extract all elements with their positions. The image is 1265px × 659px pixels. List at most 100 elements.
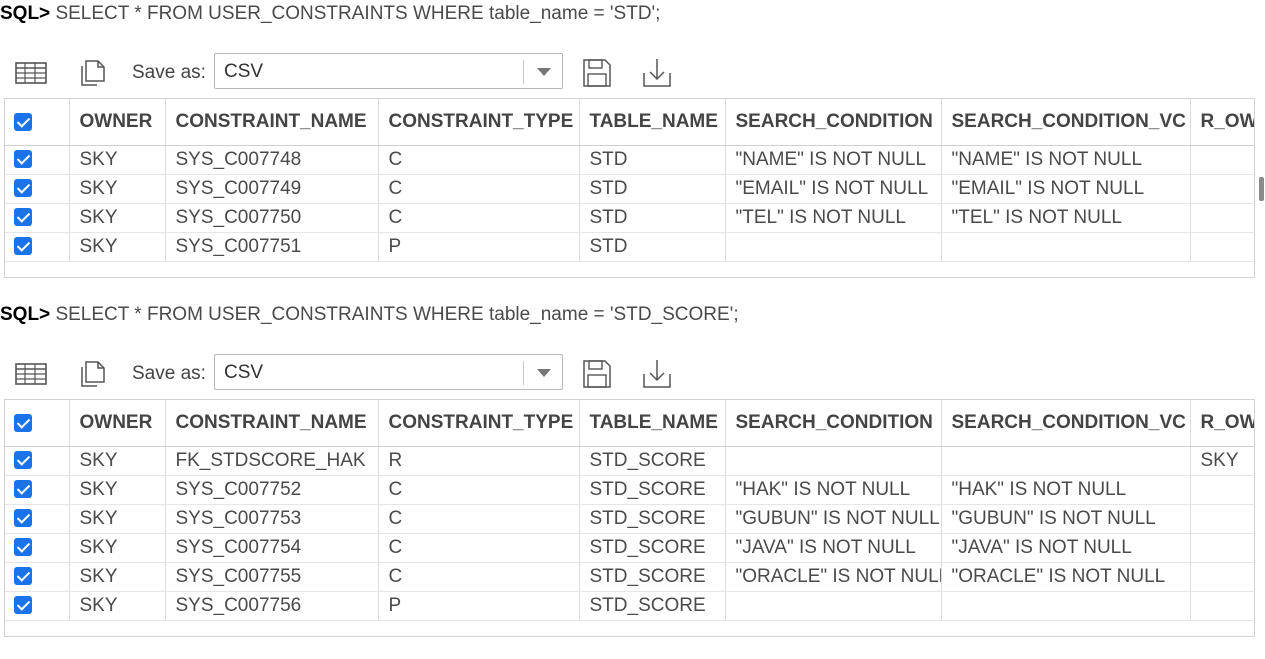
cell-table-name: STD_SCORE [579, 475, 726, 505]
table-row[interactable]: SKY SYS_C007754 C STD_SCORE "JAVA" IS NO… [5, 533, 1254, 563]
column-header[interactable]: CONSTRAINT_NAME [165, 99, 379, 146]
result-grid-1[interactable]: OWNER CONSTRAINT_NAME CONSTRAINT_TYPE TA… [4, 98, 1255, 278]
column-header[interactable]: SEARCH_CONDITION [725, 99, 942, 146]
save-as-label: Save as: [132, 363, 206, 384]
result-grid-2[interactable]: OWNER CONSTRAINT_NAME CONSTRAINT_TYPE TA… [4, 399, 1255, 637]
column-header[interactable]: OWNER [69, 400, 166, 447]
table-row[interactable]: SKY FK_STDSCORE_HAK R STD_SCORE SKY [5, 446, 1254, 476]
row-checkbox[interactable] [5, 446, 70, 476]
sql-statement-2: SQL> SELECT * FROM USER_CONSTRAINTS WHER… [0, 302, 739, 328]
cell-owner: SKY [69, 446, 166, 476]
checkbox-checked-icon[interactable] [14, 509, 32, 528]
cell-table-name: STD [579, 174, 726, 204]
sql-query-text: SELECT * FROM USER_CONSTRAINTS WHERE tab… [55, 304, 739, 325]
cell-owner: SKY [69, 203, 166, 233]
column-header[interactable]: CONSTRAINT_TYPE [378, 99, 580, 146]
cell-owner: SKY [69, 475, 166, 505]
cell-search-condition [725, 446, 942, 476]
checkbox-checked-icon[interactable] [14, 413, 32, 432]
select-all-checkbox[interactable] [5, 400, 70, 447]
table-row[interactable]: SKY SYS_C007752 C STD_SCORE "HAK" IS NOT… [5, 475, 1254, 505]
row-checkbox[interactable] [5, 232, 70, 262]
table-row[interactable]: SKY SYS_C007756 P STD_SCORE [5, 591, 1254, 621]
checkbox-checked-icon[interactable] [14, 567, 32, 586]
column-header[interactable]: SEARCH_CONDITION_VC [941, 99, 1191, 146]
chevron-down-icon[interactable] [537, 68, 551, 76]
result-table: OWNER CONSTRAINT_NAME CONSTRAINT_TYPE TA… [5, 400, 1254, 621]
cell-search-condition: "EMAIL" IS NOT NULL [725, 174, 942, 204]
cell-r-owner [1190, 475, 1254, 505]
checkbox-checked-icon[interactable] [14, 112, 32, 131]
table-row[interactable]: SKY SYS_C007755 C STD_SCORE "ORACLE" IS … [5, 562, 1254, 592]
column-header[interactable]: SEARCH_CONDITION [725, 400, 942, 447]
table-row[interactable]: SKY SYS_C007753 C STD_SCORE "GUBUN" IS N… [5, 504, 1254, 534]
cell-search-condition-vc: "EMAIL" IS NOT NULL [941, 174, 1191, 204]
cell-search-condition-vc: "ORACLE" IS NOT NULL [941, 562, 1191, 592]
column-header[interactable]: R_OWNER [1190, 400, 1254, 447]
save-as-label: Save as: [132, 62, 206, 83]
select-divider [523, 60, 524, 84]
cell-constraint-type: P [378, 591, 580, 621]
table-row[interactable]: SKY SYS_C007750 C STD "TEL" IS NOT NULL … [5, 203, 1254, 233]
cell-constraint-name: SYS_C007748 [165, 145, 379, 175]
row-checkbox[interactable] [5, 533, 70, 563]
cell-search-condition: "ORACLE" IS NOT NULL [725, 562, 942, 592]
save-icon[interactable] [580, 358, 614, 390]
grid-view-icon[interactable] [14, 57, 48, 89]
table-row[interactable]: SKY SYS_C007748 C STD "NAME" IS NOT NULL… [5, 145, 1254, 175]
checkbox-checked-icon[interactable] [14, 451, 32, 470]
checkbox-checked-icon[interactable] [14, 237, 32, 256]
table-row[interactable]: SKY SYS_C007749 C STD "EMAIL" IS NOT NUL… [5, 174, 1254, 204]
column-header[interactable]: TABLE_NAME [579, 99, 726, 146]
select-divider [523, 361, 524, 385]
checkbox-checked-icon[interactable] [14, 596, 32, 615]
row-checkbox[interactable] [5, 475, 70, 505]
row-checkbox[interactable] [5, 174, 70, 204]
download-icon[interactable] [640, 57, 674, 89]
export-format-select[interactable]: CSV [214, 354, 563, 390]
column-header[interactable]: R_OWNER [1190, 99, 1254, 146]
cell-search-condition-vc: "JAVA" IS NOT NULL [941, 533, 1191, 563]
chevron-down-icon[interactable] [537, 369, 551, 377]
copy-icon[interactable] [77, 57, 111, 89]
cell-constraint-type: R [378, 446, 580, 476]
row-checkbox[interactable] [5, 562, 70, 592]
cell-r-owner: SKY [1190, 446, 1254, 476]
row-checkbox[interactable] [5, 145, 70, 175]
checkbox-checked-icon[interactable] [14, 179, 32, 198]
header-row: OWNER CONSTRAINT_NAME CONSTRAINT_TYPE TA… [5, 400, 1254, 447]
cell-table-name: STD [579, 145, 726, 175]
checkbox-checked-icon[interactable] [14, 208, 32, 227]
checkbox-checked-icon[interactable] [14, 150, 32, 169]
result-table: OWNER CONSTRAINT_NAME CONSTRAINT_TYPE TA… [5, 99, 1254, 262]
grid-view-icon[interactable] [14, 358, 48, 390]
cell-table-name: STD_SCORE [579, 446, 726, 476]
checkbox-checked-icon[interactable] [14, 538, 32, 557]
cell-constraint-name: SYS_C007755 [165, 562, 379, 592]
save-icon[interactable] [580, 57, 614, 89]
column-header[interactable]: SEARCH_CONDITION_VC [941, 400, 1191, 447]
cell-owner: SKY [69, 504, 166, 534]
copy-icon[interactable] [77, 358, 111, 390]
download-icon[interactable] [640, 358, 674, 390]
export-format-select[interactable]: CSV [214, 53, 563, 89]
checkbox-checked-icon[interactable] [14, 480, 32, 499]
cell-owner: SKY [69, 174, 166, 204]
cell-r-owner [1190, 145, 1254, 175]
row-checkbox[interactable] [5, 203, 70, 233]
table-row[interactable]: SKY SYS_C007751 P STD [5, 232, 1254, 262]
column-header[interactable]: TABLE_NAME [579, 400, 726, 447]
select-all-checkbox[interactable] [5, 99, 70, 146]
sql-prompt: SQL> [0, 3, 51, 24]
row-checkbox[interactable] [5, 504, 70, 534]
vertical-scrollbar[interactable] [1259, 177, 1264, 201]
column-header[interactable]: CONSTRAINT_TYPE [378, 400, 580, 447]
cell-table-name: STD [579, 203, 726, 233]
row-checkbox[interactable] [5, 591, 70, 621]
column-header[interactable]: CONSTRAINT_NAME [165, 400, 379, 447]
cell-search-condition [725, 591, 942, 621]
column-header[interactable]: OWNER [69, 99, 166, 146]
export-format-value: CSV [224, 61, 264, 82]
cell-constraint-type: P [378, 232, 580, 262]
cell-r-owner [1190, 203, 1254, 233]
